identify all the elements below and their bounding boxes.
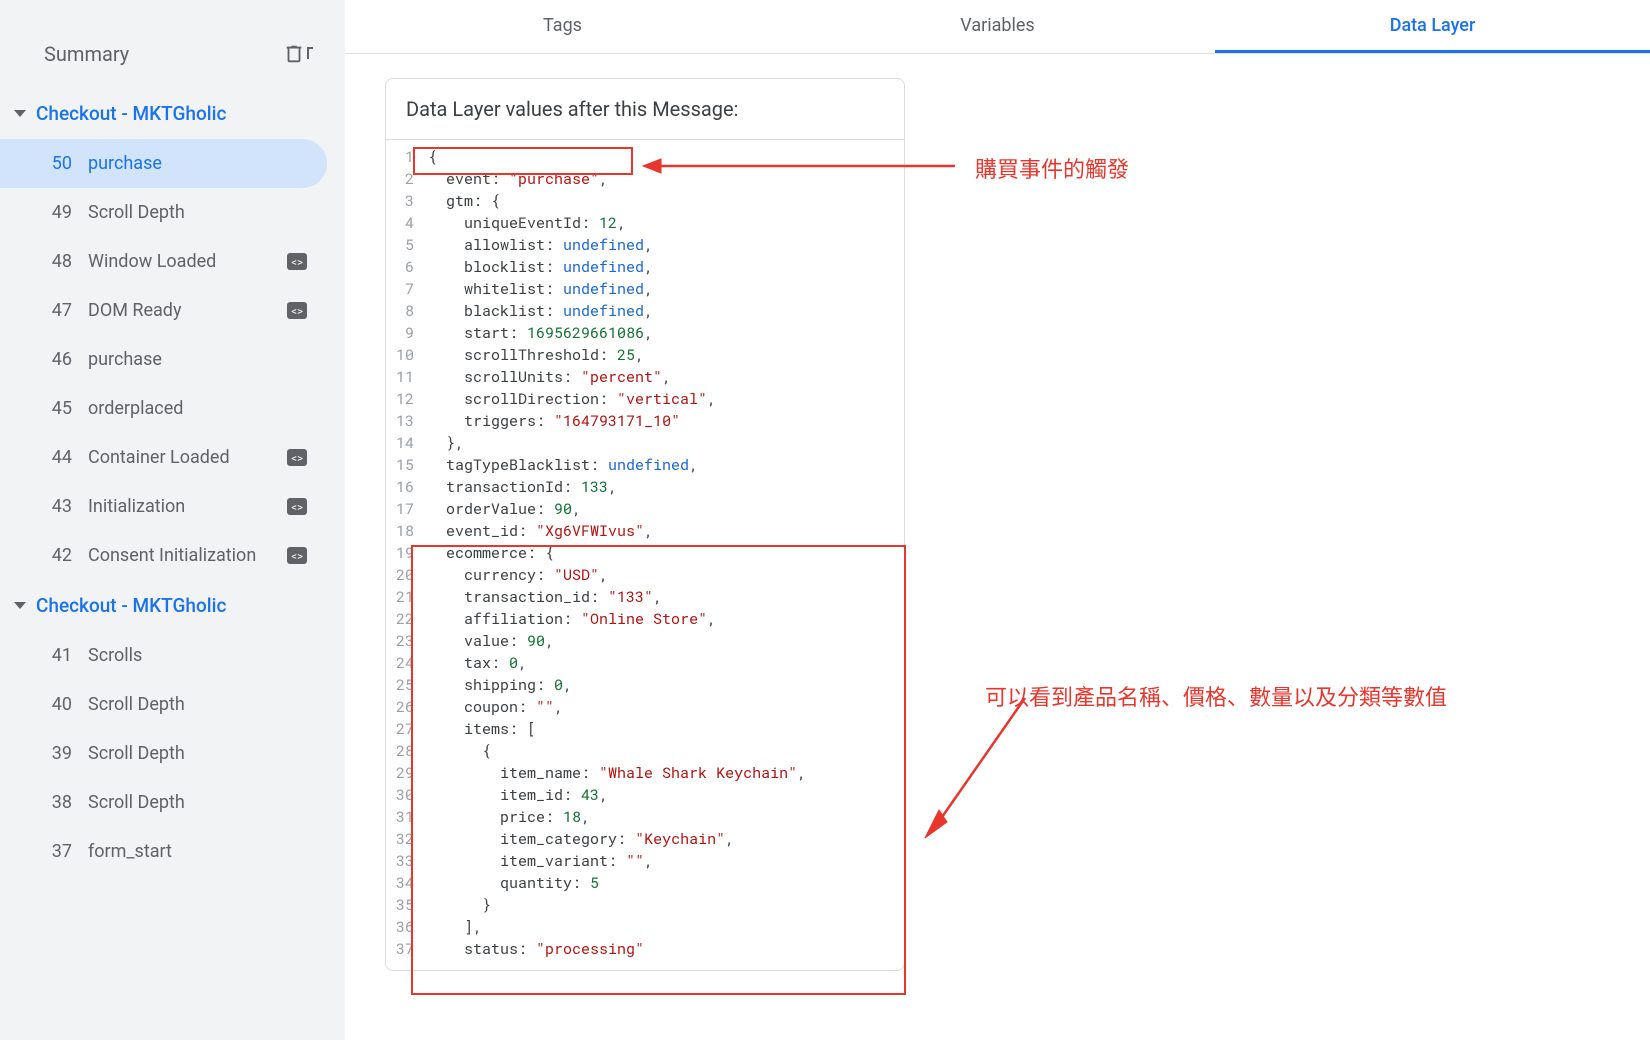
event-number: 43	[44, 496, 72, 517]
group-title: Checkout - MKTGholic	[36, 594, 226, 617]
event-number: 45	[44, 398, 72, 419]
event-label: Scroll Depth	[88, 792, 307, 813]
event-number: 42	[44, 545, 72, 566]
event-item[interactable]: 38 Scroll Depth	[0, 778, 327, 827]
event-label: Window Loaded	[88, 251, 277, 272]
code-badge-icon: <>	[287, 302, 307, 319]
clear-events-button[interactable]	[283, 43, 315, 65]
event-label: Scroll Depth	[88, 202, 307, 223]
tabs: Tags Variables Data Layer	[345, 0, 1650, 54]
tab-variables[interactable]: Variables	[780, 0, 1215, 53]
event-label: Scroll Depth	[88, 743, 307, 764]
event-number: 38	[44, 792, 72, 813]
event-number: 48	[44, 251, 72, 272]
data-layer-panel: Data Layer values after this Message: 12…	[385, 78, 905, 971]
code-badge-icon: <>	[287, 449, 307, 466]
event-item[interactable]: 41 Scrolls	[0, 631, 327, 680]
event-label: purchase	[88, 153, 307, 174]
group-header[interactable]: Checkout - MKTGholic	[0, 580, 345, 631]
annotation-text-1: 購買事件的觸發	[975, 152, 1129, 184]
event-item[interactable]: 50 purchase	[0, 139, 327, 188]
event-item[interactable]: 48 Window Loaded <>	[0, 237, 327, 286]
event-item[interactable]: 40 Scroll Depth	[0, 680, 327, 729]
event-label: orderplaced	[88, 398, 307, 419]
group-header[interactable]: Checkout - MKTGholic	[0, 88, 345, 139]
event-number: 50	[44, 153, 72, 174]
event-label: Consent Initialization	[88, 545, 277, 566]
event-label: Scroll Depth	[88, 694, 307, 715]
event-item[interactable]: 47 DOM Ready <>	[0, 286, 327, 335]
sidebar: Summary Checkout - MKTGholic 50 purchase 49…	[0, 0, 345, 1040]
event-label: DOM Ready	[88, 300, 277, 321]
event-number: 44	[44, 447, 72, 468]
group-title: Checkout - MKTGholic	[36, 102, 226, 125]
event-label: purchase	[88, 349, 307, 370]
event-item[interactable]: 45 orderplaced	[0, 384, 327, 433]
event-item[interactable]: 42 Consent Initialization <>	[0, 531, 327, 580]
event-number: 39	[44, 743, 72, 764]
event-number: 41	[44, 645, 72, 666]
tab-tags[interactable]: Tags	[345, 0, 780, 53]
event-number: 37	[44, 841, 72, 862]
event-number: 46	[44, 349, 72, 370]
tab-data-layer[interactable]: Data Layer	[1215, 0, 1650, 53]
event-label: Initialization	[88, 496, 277, 517]
event-label: Container Loaded	[88, 447, 277, 468]
event-label: Scrolls	[88, 645, 307, 666]
code-content: { event: "purchase", gtm: { uniqueEventI…	[424, 140, 816, 970]
summary-title: Summary	[44, 42, 129, 66]
caret-down-icon	[14, 110, 26, 117]
event-item[interactable]: 49 Scroll Depth	[0, 188, 327, 237]
code-badge-icon: <>	[287, 547, 307, 564]
event-label: form_start	[88, 841, 307, 862]
event-item[interactable]: 37 form_start	[0, 827, 327, 876]
annotation-text-2: 可以看到產品名稱、價格、數量以及分類等數值	[985, 680, 1447, 712]
event-item[interactable]: 44 Container Loaded <>	[0, 433, 327, 482]
code-block: 1234567891011121314151617181920212223242…	[386, 140, 904, 970]
code-badge-icon: <>	[287, 498, 307, 515]
event-item[interactable]: 39 Scroll Depth	[0, 729, 327, 778]
event-number: 47	[44, 300, 72, 321]
panel-title: Data Layer values after this Message:	[386, 79, 904, 140]
main-content: Tags Variables Data Layer Data Layer val…	[345, 0, 1650, 1040]
event-number: 40	[44, 694, 72, 715]
caret-down-icon	[14, 602, 26, 609]
annotation-arrow-2	[915, 680, 1045, 840]
line-gutter: 1234567891011121314151617181920212223242…	[386, 140, 424, 970]
event-item[interactable]: 43 Initialization <>	[0, 482, 327, 531]
event-item[interactable]: 46 purchase	[0, 335, 327, 384]
event-number: 49	[44, 202, 72, 223]
code-badge-icon: <>	[287, 253, 307, 270]
